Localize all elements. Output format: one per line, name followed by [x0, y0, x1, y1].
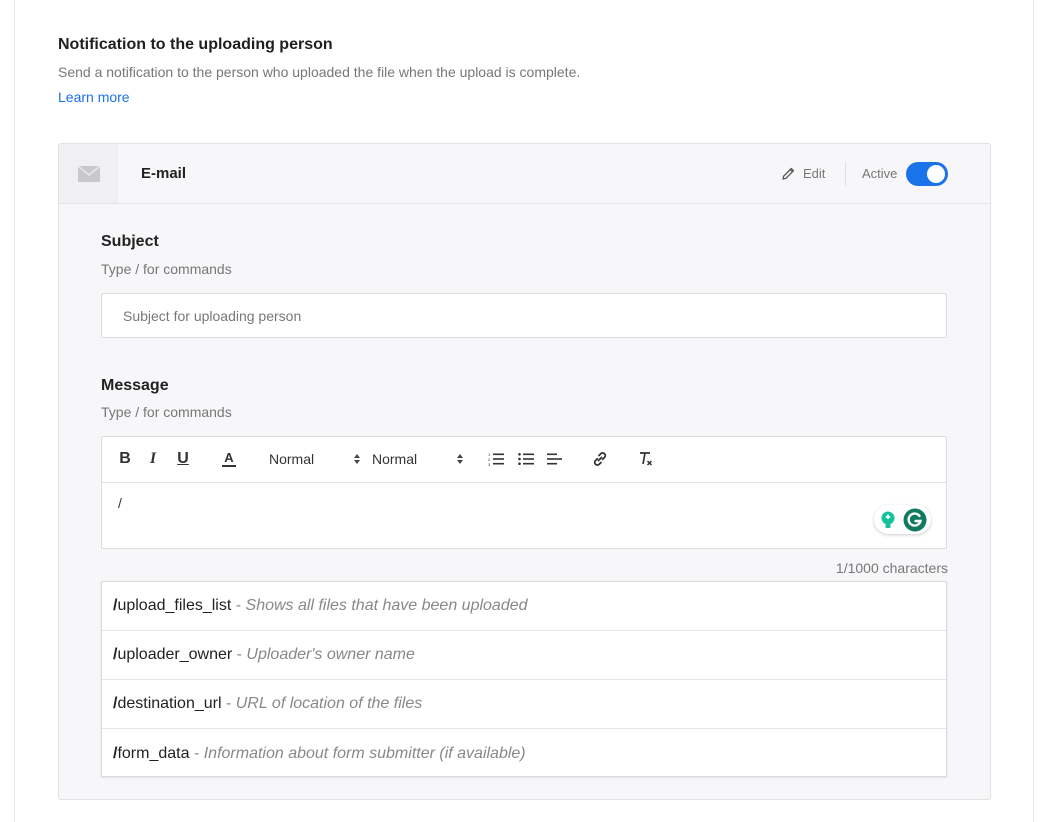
active-label: Active — [862, 166, 898, 181]
clear-format-icon — [640, 452, 653, 466]
email-notification-card: E-mail Edit Active Subject Type / for co… — [58, 143, 991, 800]
edit-label: Edit — [803, 165, 826, 181]
clear-format-button[interactable] — [637, 448, 655, 470]
card-title: E-mail — [141, 165, 187, 182]
command-name: form_data — [117, 744, 190, 762]
command-list: / upload_files_list - Shows all files th… — [101, 581, 947, 777]
align-button[interactable] — [546, 448, 564, 470]
text-color-letter: A — [224, 450, 234, 465]
command-description: Information about form submitter (if ava… — [203, 744, 526, 762]
command-description: Shows all files that have been uploaded — [245, 597, 528, 614]
command-separator: - — [232, 646, 247, 663]
bullet-list-button[interactable] — [517, 448, 535, 470]
font-size-select[interactable]: Normal — [269, 448, 361, 470]
command-item-destination-url[interactable]: / destination_url - URL of location of t… — [102, 680, 946, 729]
command-description: URL of location of the files — [235, 695, 423, 712]
message-content[interactable]: / — [118, 495, 122, 511]
edit-button[interactable]: Edit — [781, 162, 825, 184]
font-size-value: Normal — [269, 451, 315, 467]
ordered-list-icon: 123 — [488, 452, 504, 466]
command-description: Uploader's owner name — [246, 646, 415, 663]
message-hint: Type / for commands — [101, 404, 232, 420]
grammarly-widget[interactable] — [874, 505, 931, 534]
toggle-knob — [927, 165, 945, 183]
learn-more-link[interactable]: Learn more — [58, 89, 130, 105]
header-divider — [845, 162, 846, 186]
active-toggle[interactable] — [906, 162, 948, 186]
subject-hint: Type / for commands — [101, 261, 232, 277]
link-button[interactable] — [591, 448, 609, 470]
message-label: Message — [101, 377, 169, 394]
select-arrows-icon — [354, 454, 360, 464]
section-description: Send a notification to the person who up… — [58, 64, 581, 80]
text-color-bar — [222, 465, 236, 467]
command-separator: - — [189, 744, 204, 762]
command-name: destination_url — [117, 695, 222, 712]
text-color-button[interactable]: A — [220, 448, 238, 470]
command-item-uploader-owner[interactable]: / uploader_owner - Uploader's owner name — [102, 631, 946, 680]
select-arrows-icon — [457, 454, 463, 464]
lightbulb-icon — [881, 511, 895, 528]
grammarly-icon — [903, 508, 927, 531]
section-title: Notification to the uploading person — [58, 36, 333, 53]
heading-value: Normal — [372, 451, 418, 467]
svg-text:3: 3 — [488, 462, 491, 466]
bold-button[interactable]: B — [118, 448, 132, 470]
message-editor: B I U A Normal Normal 123 / — [101, 436, 947, 549]
command-item-form-data[interactable]: / form_data - Information about form sub… — [102, 729, 946, 778]
align-left-icon — [547, 453, 562, 465]
character-count: 1/1000 characters — [835, 560, 948, 576]
page: Notification to the uploading person Sen… — [14, 0, 1034, 822]
command-name: uploader_owner — [117, 646, 233, 663]
subject-label: Subject — [101, 233, 159, 250]
mail-icon-box — [59, 144, 118, 203]
subject-input[interactable] — [101, 293, 947, 338]
bullet-list-icon — [518, 453, 534, 465]
mail-icon — [77, 165, 100, 182]
ordered-list-button[interactable]: 123 — [487, 448, 505, 470]
command-item-upload-files-list[interactable]: / upload_files_list - Shows all files th… — [102, 582, 946, 631]
underline-button[interactable]: U — [176, 448, 190, 470]
command-separator: - — [231, 597, 246, 614]
command-separator: - — [221, 695, 236, 712]
card-header: E-mail Edit Active — [59, 144, 990, 204]
italic-button[interactable]: I — [147, 448, 159, 470]
pencil-icon — [782, 167, 795, 180]
heading-select[interactable]: Normal — [372, 448, 464, 470]
editor-toolbar: B I U A Normal Normal 123 — [102, 437, 946, 483]
command-name: upload_files_list — [117, 597, 232, 614]
link-icon — [593, 452, 607, 466]
